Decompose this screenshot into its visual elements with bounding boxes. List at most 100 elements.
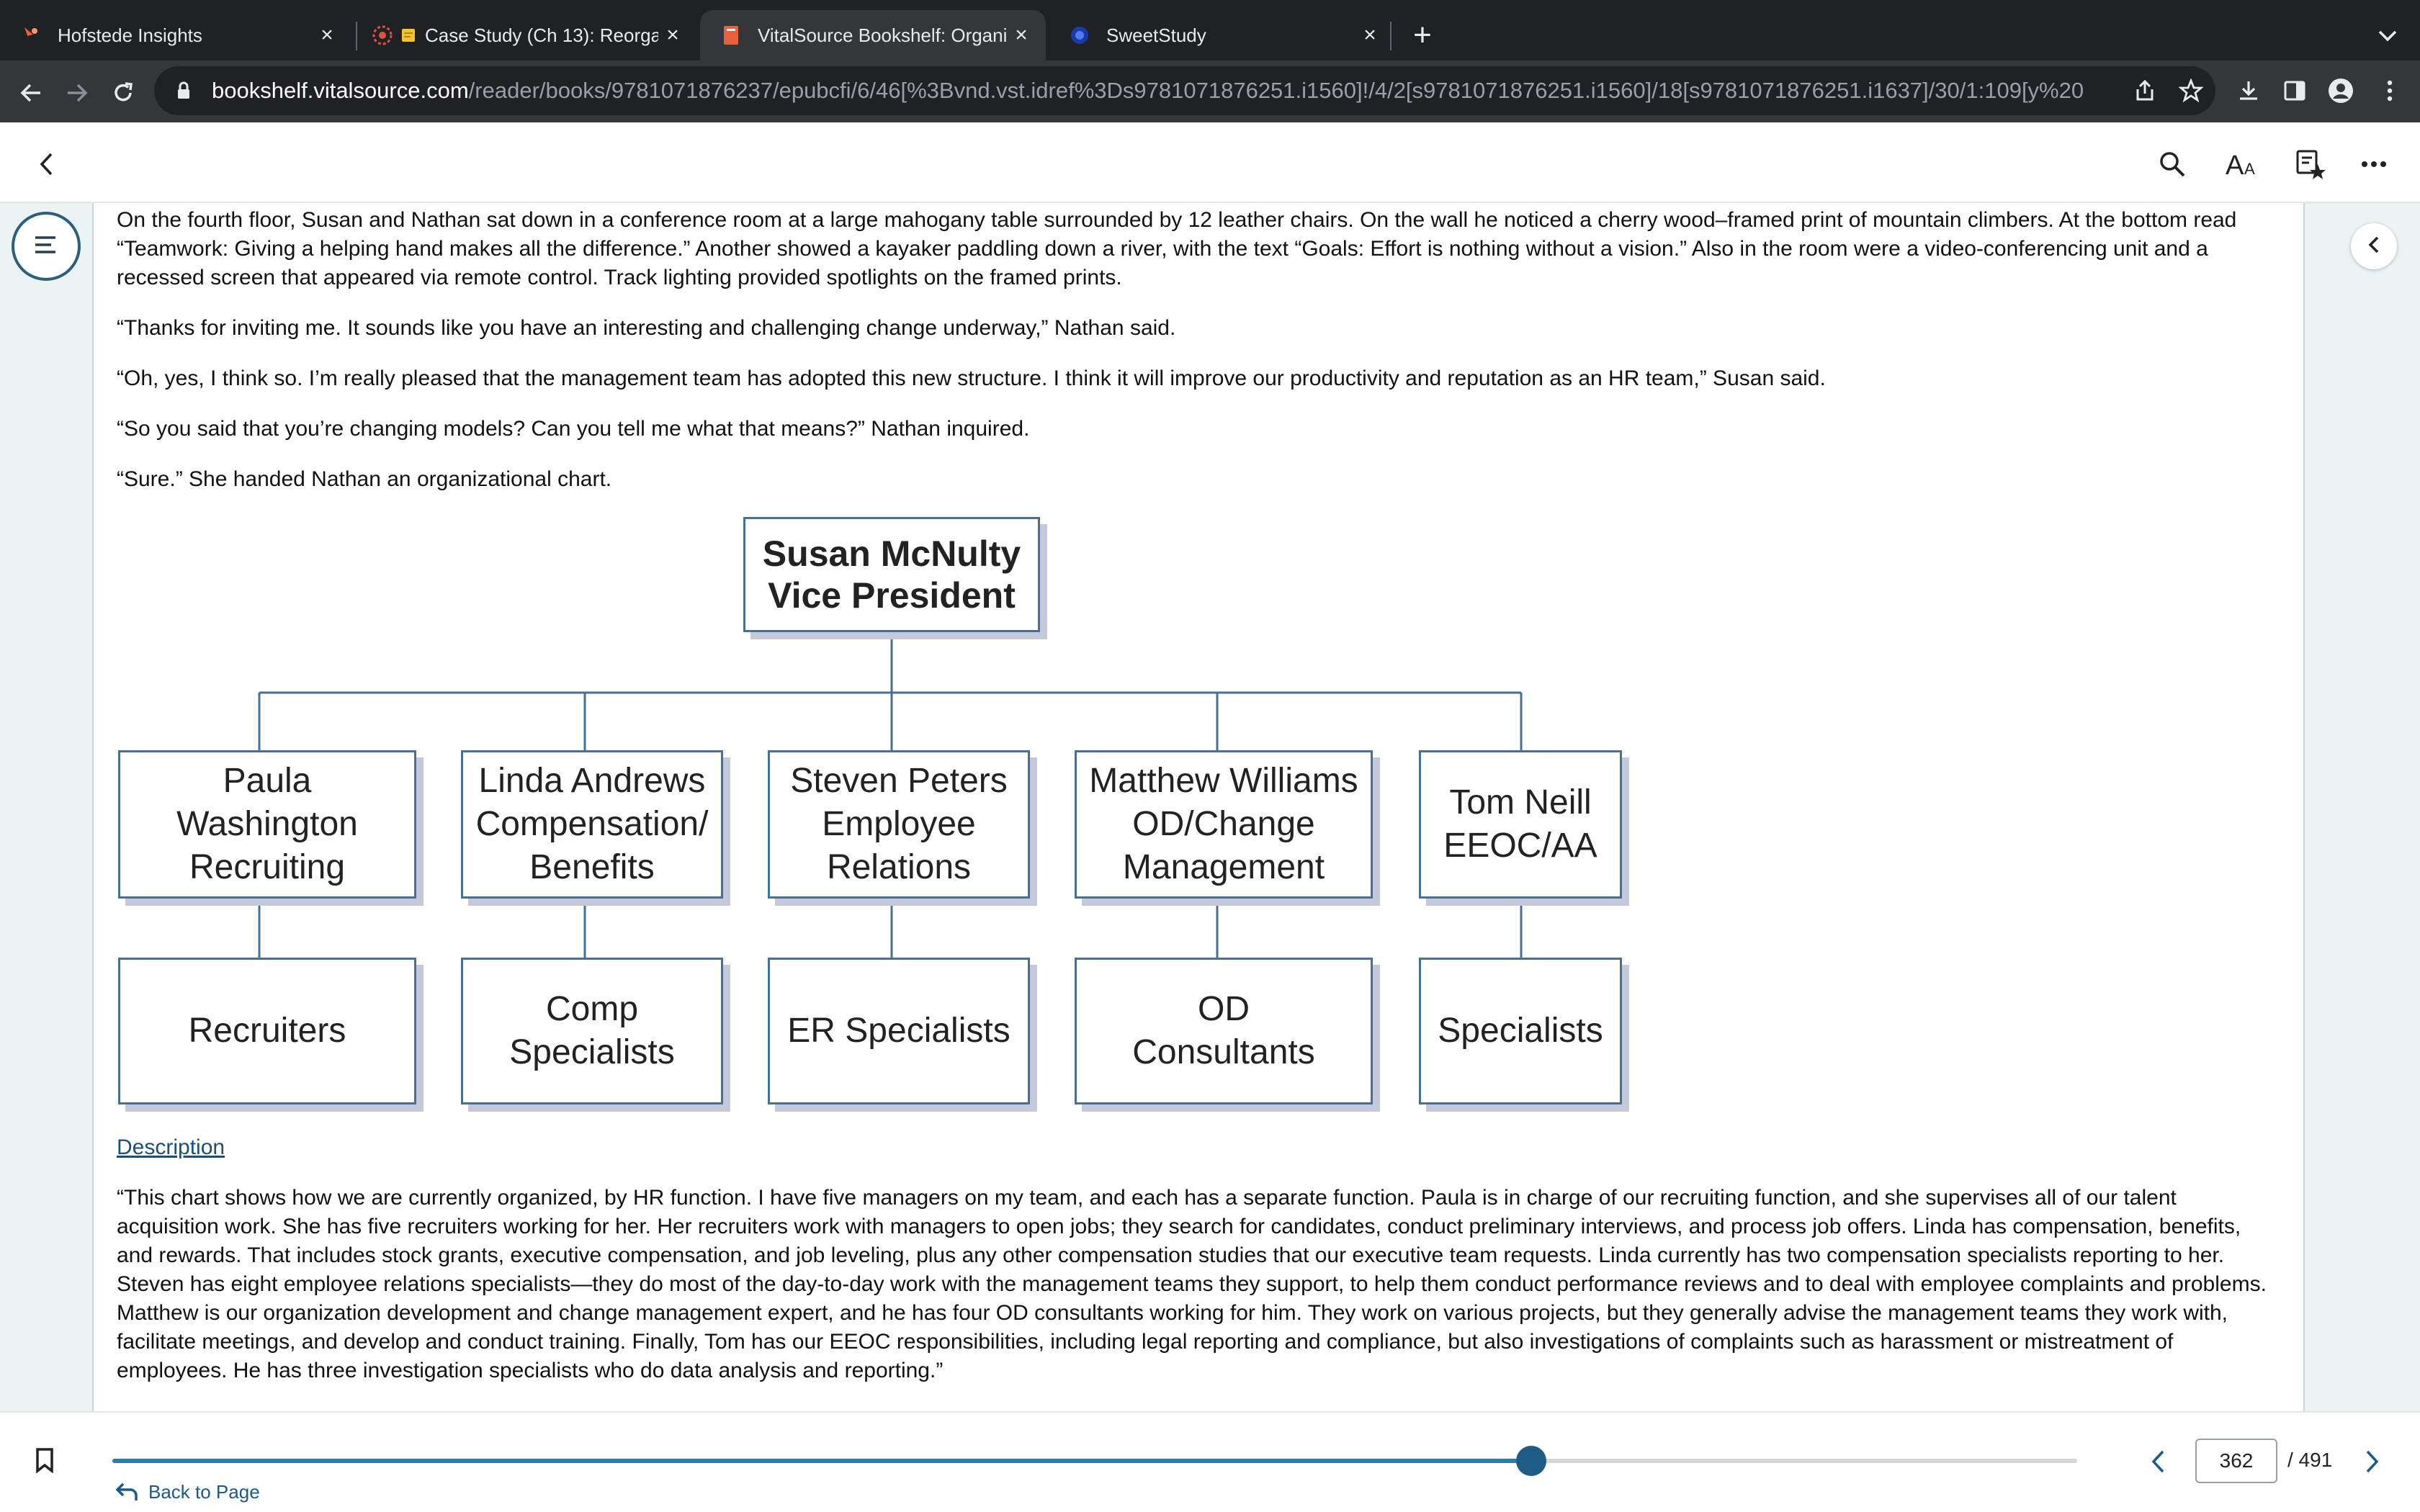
paragraph: On the fourth floor, Susan and Nathan sa…	[117, 208, 2237, 289]
tab-separator	[356, 22, 357, 50]
profile-avatar-icon[interactable]	[2325, 75, 2357, 107]
node-line: Vice President	[768, 575, 1016, 616]
url-text: bookshelf.vitalsource.com/reader/books/9…	[212, 78, 2084, 104]
vitalsource-favicon-icon	[720, 24, 742, 46]
next-page-chevron-icon[interactable]	[2357, 1446, 2388, 1477]
search-icon[interactable]	[2152, 144, 2192, 184]
url-host: bookshelf.vitalsource.com	[212, 78, 469, 103]
browser-menu-icon[interactable]	[2374, 75, 2406, 107]
tab-label: Case Study (Ch 13): Reorga	[425, 24, 658, 46]
reader-header	[0, 122, 2420, 203]
lock-icon[interactable]	[173, 80, 194, 102]
node-line: Tom Neill	[1449, 783, 1592, 822]
node-line: Matthew Williams	[1089, 762, 1358, 800]
org-chart: Susan McNulty Vice President Paula Washi…	[117, 516, 1631, 1113]
slider-thumb[interactable]	[1516, 1446, 1547, 1476]
node-line: Recruiting	[189, 848, 346, 886]
url-path: /reader/books/9781071876237/epubcfi/6/46…	[468, 78, 2084, 103]
close-tab-icon[interactable]: ×	[1007, 21, 1036, 50]
bookmark-icon[interactable]	[29, 1444, 60, 1476]
node-line: Comp	[545, 990, 639, 1028]
org-node-team: OD Consultants	[1075, 958, 1373, 1104]
share-icon[interactable]	[2129, 75, 2161, 107]
node-line: Susan McNulty	[762, 534, 1021, 574]
org-node-manager: Steven Peters Employee Relations	[768, 750, 1030, 899]
node-line: Steven Peters	[790, 762, 1008, 800]
svg-text:A: A	[2226, 150, 2244, 179]
node-line: OD/Change	[1132, 805, 1315, 843]
more-options-icon[interactable]	[2354, 144, 2394, 184]
return-arrow-icon	[114, 1479, 140, 1505]
forward-arrow-icon[interactable]	[59, 75, 95, 111]
node-line: Paula	[223, 762, 312, 800]
hofstede-favicon-icon	[20, 24, 42, 46]
page-total: / 491	[2287, 1449, 2333, 1471]
notes-highlights-icon[interactable]	[2290, 144, 2331, 184]
page-progress-slider[interactable]	[112, 1446, 2077, 1476]
node-line: Specialists	[1438, 1012, 1603, 1050]
org-node-team: Comp Specialists	[461, 958, 723, 1104]
toc-list-icon	[34, 235, 58, 258]
tab-separator	[1390, 22, 1392, 50]
slider-fill	[112, 1459, 1532, 1463]
back-to-page-link[interactable]: Back to Page	[114, 1479, 260, 1505]
expand-panel-button[interactable]	[2351, 223, 2397, 269]
case-study-favicon-icon	[372, 24, 393, 46]
node-line: ER Specialists	[787, 1012, 1010, 1050]
org-node-manager: Tom Neill EEOC/AA	[1419, 750, 1622, 899]
address-bar[interactable]: bookshelf.vitalsource.com/reader/books/9…	[154, 66, 2215, 115]
close-tab-icon[interactable]: ×	[1355, 21, 1384, 50]
tab-case-study[interactable]: Case Study (Ch 13): Reorga ×	[360, 10, 697, 60]
org-node-vice-president: Susan McNulty Vice President	[743, 517, 1040, 632]
node-line: Washington	[176, 805, 358, 843]
tab-hofstede-insights[interactable]: Hofstede Insights ×	[0, 10, 351, 60]
node-line: Benefits	[529, 848, 655, 886]
table-of-contents-button[interactable]	[12, 212, 81, 281]
tab-sweetstudy[interactable]: SweetStudy ×	[1049, 10, 1394, 60]
node-line: OD	[1198, 990, 1250, 1028]
note-emoji-icon	[400, 24, 416, 46]
paragraph: “So you said that you’re changing models…	[117, 417, 1030, 441]
download-icon[interactable]	[2233, 75, 2264, 107]
tab-label: Hofstede Insights	[58, 24, 202, 46]
node-line: Linda Andrews	[478, 762, 706, 800]
tab-label: VitalSource Bookshelf: Organiz	[758, 24, 1007, 46]
org-node-team: Recruiters	[118, 958, 416, 1104]
paragraph: “Thanks for inviting me. It sounds like …	[117, 316, 1176, 340]
node-line: Consultants	[1132, 1033, 1315, 1071]
right-rail	[2303, 203, 2420, 1411]
page-number-input[interactable]	[2195, 1439, 2277, 1483]
node-line: Relations	[826, 848, 972, 886]
book-content: On the fourth floor, Susan and Nathan sa…	[117, 206, 2277, 1410]
node-line: Recruiters	[188, 1012, 346, 1050]
node-line: Compensation/	[475, 805, 709, 843]
description-link[interactable]: Description	[117, 1133, 225, 1162]
new-tab-button[interactable]: +	[1404, 17, 1440, 53]
org-node-manager: Linda Andrews Compensation/ Benefits	[461, 750, 723, 899]
close-tab-icon[interactable]: ×	[313, 21, 341, 50]
bookmark-star-icon[interactable]	[2175, 75, 2207, 107]
sweetstudy-favicon-icon	[1069, 24, 1090, 46]
svg-text:A: A	[2244, 160, 2255, 178]
org-node-team: ER Specialists	[768, 958, 1030, 1104]
node-line: Specialists	[509, 1033, 675, 1071]
side-panel-icon[interactable]	[2279, 75, 2311, 107]
tab-search-chevron-icon[interactable]	[2370, 20, 2406, 52]
close-tab-icon[interactable]: ×	[658, 21, 687, 50]
tab-vitalsource[interactable]: VitalSource Bookshelf: Organiz ×	[700, 10, 1046, 60]
org-node-manager: Matthew Williams OD/Change Management	[1075, 750, 1373, 899]
previous-page-chevron-icon[interactable]	[2142, 1446, 2174, 1477]
node-line: EEOC/AA	[1443, 827, 1597, 865]
back-arrow-icon[interactable]	[13, 75, 49, 111]
paragraph: “Oh, yes, I think so. I’m really pleased…	[117, 366, 1826, 390]
browser-tab-bar: Hofstede Insights × Case Study (Ch 13): …	[0, 0, 2420, 60]
node-line: Employee	[822, 805, 976, 843]
tab-label: SweetStudy	[1106, 24, 1206, 46]
back-to-page-label: Back to Page	[148, 1480, 260, 1503]
reader-back-chevron-icon[interactable]	[26, 144, 66, 184]
text-size-icon[interactable]: AA	[2221, 144, 2262, 184]
reload-icon[interactable]	[105, 75, 141, 111]
paragraph: “This chart shows how we are currently o…	[117, 1186, 2267, 1382]
paragraph: “Sure.” She handed Nathan an organizatio…	[117, 467, 612, 491]
chevron-left-icon	[2367, 235, 2380, 258]
